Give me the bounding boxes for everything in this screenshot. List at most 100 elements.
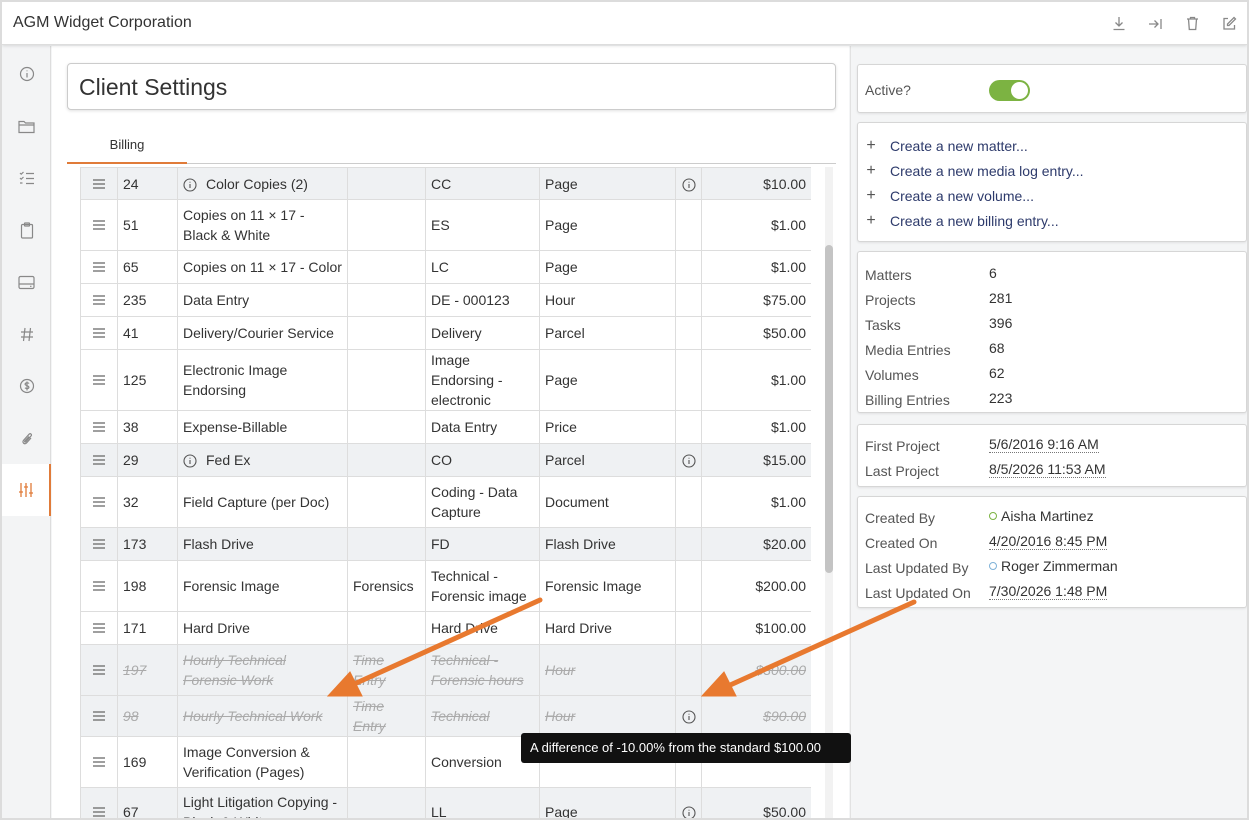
drag-handle-icon[interactable] <box>80 167 118 200</box>
edit-icon[interactable] <box>1220 14 1239 33</box>
created-on-value[interactable]: 4/20/2016 8:45 PM <box>989 533 1108 550</box>
drag-handle-icon[interactable] <box>80 476 118 528</box>
drag-handle-icon[interactable] <box>80 736 118 788</box>
table-row[interactable]: 29 Fed Ex CO Parcel $15.00 <box>80 443 811 477</box>
sidebar-item-folders[interactable] <box>2 100 51 152</box>
row-rate: $1.00 <box>701 476 811 528</box>
row-rate: $90.00 <box>701 695 811 737</box>
projects-card: First Project 5/6/2016 9:16 AM Last Proj… <box>857 424 1247 487</box>
drag-handle-icon[interactable] <box>80 250 118 284</box>
last-updated-on-value[interactable]: 7/30/2026 1:48 PM <box>989 583 1108 600</box>
create-matter-link[interactable]: + Create a new matter... <box>864 135 1027 157</box>
row-description: Electronic Image Endorsing <box>177 349 348 411</box>
create-volume-label: Create a new volume... <box>890 188 1034 204</box>
tab-billing[interactable]: Billing <box>67 131 187 164</box>
row-rate: $50.00 <box>701 787 811 818</box>
info-icon[interactable] <box>183 178 197 192</box>
table-row[interactable]: 32 Field Capture (per Doc) Coding - Data C… <box>80 476 811 528</box>
drag-handle-icon[interactable] <box>80 316 118 350</box>
drag-handle-icon[interactable] <box>80 283 118 317</box>
row-info[interactable] <box>675 167 702 200</box>
row-group <box>347 787 426 818</box>
sidebar-item-volumes[interactable] <box>2 308 51 360</box>
row-group <box>347 611 426 645</box>
user-status-dot <box>989 562 997 571</box>
drag-handle-icon[interactable] <box>80 199 118 251</box>
table-row[interactable]: 197 Hourly Technical Forensic Work Time En… <box>80 644 811 696</box>
row-info[interactable] <box>675 443 702 477</box>
checklist-icon <box>19 171 34 185</box>
active-toggle[interactable] <box>989 80 1030 101</box>
create-volume-link[interactable]: + Create a new volume... <box>864 185 1034 207</box>
row-description-text: Delivery/Courier Service <box>183 325 334 341</box>
row-description-text: Copies on 11 × 17 - Color <box>183 259 342 275</box>
info-icon[interactable] <box>183 454 197 468</box>
create-media-log-link[interactable]: + Create a new media log entry... <box>864 160 1083 182</box>
row-info <box>675 644 702 696</box>
row-unit: Document <box>539 476 676 528</box>
created-by-name: Aisha Martinez <box>1001 508 1094 524</box>
row-unit: Hard Drive <box>539 611 676 645</box>
scrollbar-thumb[interactable] <box>825 245 833 573</box>
rate-difference-tooltip: A difference of -10.00% from the standar… <box>521 733 851 763</box>
table-row[interactable]: 51 Copies on 11 × 17 - Black & White ES Pag… <box>80 199 811 251</box>
create-billing-entry-link[interactable]: + Create a new billing entry... <box>864 210 1058 232</box>
table-row[interactable]: 125 Electronic Image Endorsing Image Endor… <box>80 349 811 411</box>
page-header: Client Settings <box>67 63 836 110</box>
row-info <box>675 199 702 251</box>
table-row[interactable]: 24 Color Copies (2) CC Page $10.00 <box>80 167 811 200</box>
download-icon[interactable] <box>1109 14 1128 33</box>
drag-handle-icon[interactable] <box>80 410 118 444</box>
table-row[interactable]: 98 Hourly Technical Work Time Entry Technic… <box>80 695 811 737</box>
table-row[interactable]: 171 Hard Drive Hard Drive Hard Drive $100.00 <box>80 611 811 645</box>
drag-handle-icon[interactable] <box>80 443 118 477</box>
last-updated-on-label: Last Updated On <box>865 585 971 601</box>
row-group <box>347 283 426 317</box>
last-project-value[interactable]: 8/5/2026 11:53 AM <box>989 461 1106 478</box>
stat-value: 223 <box>989 390 1013 406</box>
row-info <box>675 283 702 317</box>
row-info[interactable] <box>675 695 702 737</box>
table-row[interactable]: 173 Flash Drive FD Flash Drive $20.00 <box>80 527 811 561</box>
drag-handle-icon[interactable] <box>80 560 118 612</box>
table-row[interactable]: 235 Data Entry DE - 000123 Hour $75.00 <box>80 283 811 317</box>
row-rate: $15.00 <box>701 443 811 477</box>
sidebar-item-billing[interactable] <box>2 360 51 412</box>
sidebar-item-clipboard[interactable] <box>2 204 51 256</box>
main-content: Client Settings Billing 24 Color Copies (… <box>52 46 849 818</box>
row-info <box>675 316 702 350</box>
first-project-value[interactable]: 5/6/2016 9:16 AM <box>989 436 1099 453</box>
table-row[interactable]: 38 Expense-Billable Data Entry Price $1.00 <box>80 410 811 444</box>
info-icon[interactable] <box>681 710 696 724</box>
table-row[interactable]: 65 Copies on 11 × 17 - Color LC Page $1.00 <box>80 250 811 284</box>
first-project-label: First Project <box>865 438 940 454</box>
row-info[interactable] <box>675 787 702 818</box>
info-icon[interactable] <box>681 178 696 192</box>
row-group: Time Entry <box>347 644 426 696</box>
row-code: LC <box>425 250 540 284</box>
drag-handle-icon[interactable] <box>80 644 118 696</box>
stat-value: 68 <box>989 340 1005 356</box>
drag-handle-icon[interactable] <box>80 527 118 561</box>
info-icon[interactable] <box>681 806 696 818</box>
drag-handle-icon[interactable] <box>80 695 118 737</box>
drag-handle-icon[interactable] <box>80 349 118 411</box>
stat-label: Billing Entries <box>865 392 950 408</box>
sidebar-item-tasks[interactable] <box>2 152 51 204</box>
sidebar-item-media[interactable] <box>2 256 51 308</box>
drag-handle-icon[interactable] <box>80 787 118 818</box>
info-icon[interactable] <box>681 454 696 468</box>
drag-handle-icon[interactable] <box>80 611 118 645</box>
sidebar-item-settings[interactable] <box>2 464 51 516</box>
row-description-text: Color Copies (2) <box>206 175 308 192</box>
delete-icon[interactable] <box>1183 14 1202 33</box>
row-group <box>347 736 426 788</box>
sidebar-item-attachments[interactable] <box>2 412 51 464</box>
table-row[interactable]: 67Light Litigation Copying - Black & Whi… <box>80 787 811 818</box>
folder-icon <box>17 120 35 133</box>
table-row[interactable]: 41 Delivery/Courier Service Delivery Parcel… <box>80 316 811 350</box>
export-icon[interactable] <box>1146 14 1165 33</box>
sidebar-item-info[interactable] <box>2 48 51 100</box>
table-scrollbar[interactable] <box>825 167 833 818</box>
table-row[interactable]: 198 Forensic Image Forensics Technical - Fo… <box>80 560 811 612</box>
